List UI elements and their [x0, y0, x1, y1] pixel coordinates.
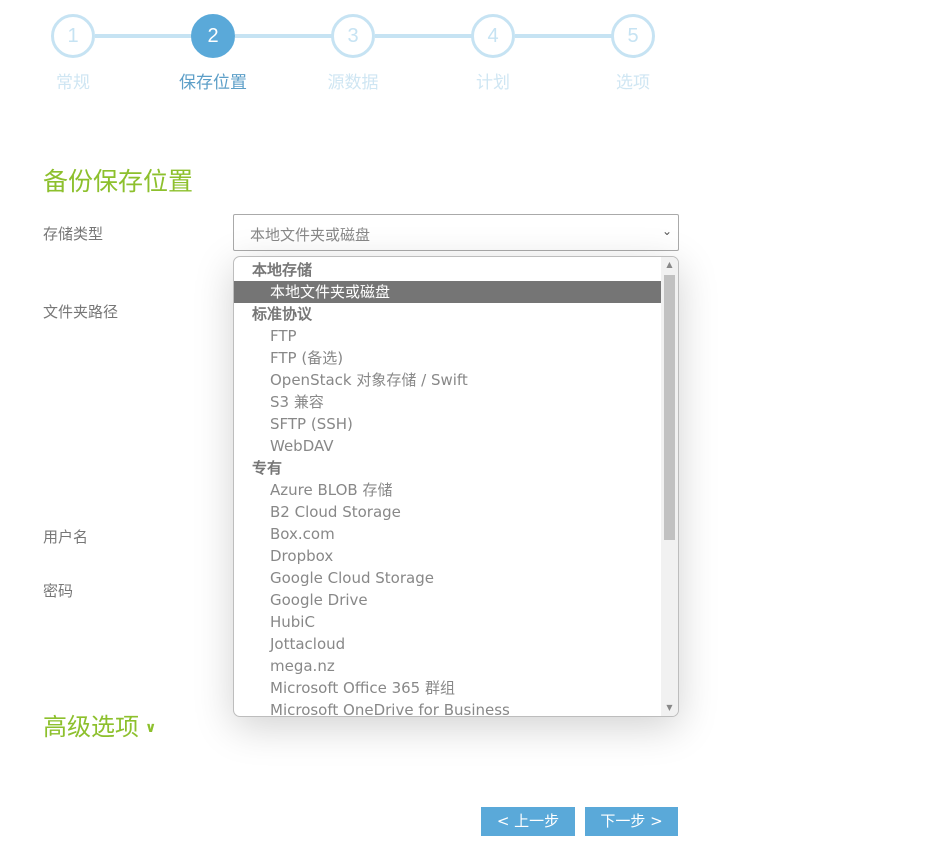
- option-b2[interactable]: B2 Cloud Storage: [234, 501, 662, 523]
- step-connector: [235, 34, 333, 38]
- option-webdav[interactable]: WebDAV: [234, 435, 662, 457]
- folder-path-label: 文件夹路径: [43, 303, 119, 321]
- step-number: 2: [191, 14, 235, 58]
- storage-type-label: 存储类型: [43, 225, 104, 243]
- option-azure[interactable]: Azure BLOB 存储: [234, 479, 662, 501]
- step-destination[interactable]: 2 保存位置: [179, 14, 247, 93]
- option-box[interactable]: Box.com: [234, 523, 662, 545]
- step-label: 保存位置: [179, 73, 247, 93]
- storage-type-value: 本地文件夹或磁盘: [250, 226, 371, 244]
- section-title: 备份保存位置: [43, 167, 194, 196]
- chevron-down-icon: ∨: [145, 720, 157, 736]
- advanced-options-toggle[interactable]: 高级选项 ∨: [43, 707, 156, 742]
- chevron-down-icon: ⌄: [661, 224, 672, 238]
- option-group-local: 本地存储: [252, 261, 313, 279]
- option-openstack[interactable]: OpenStack 对象存储 / Swift: [234, 369, 662, 391]
- option-jottacloud[interactable]: Jottacloud: [234, 633, 662, 655]
- option-ftp-alt[interactable]: FTP (备选): [234, 347, 662, 369]
- option-onedrive-business[interactable]: Microsoft OneDrive for Business: [234, 699, 662, 716]
- step-options[interactable]: 5 选项: [611, 14, 655, 93]
- step-connector: [95, 34, 193, 38]
- advanced-options-label: 高级选项: [43, 713, 139, 741]
- previous-button[interactable]: < 上一步: [481, 807, 575, 836]
- step-label: 常规: [56, 73, 90, 93]
- step-connector: [515, 34, 613, 38]
- option-sftp[interactable]: SFTP (SSH): [234, 413, 662, 435]
- option-s3[interactable]: S3 兼容: [234, 391, 662, 413]
- dropdown-options-list: 本地存储 本地文件夹或磁盘 标准协议 FTP FTP (备选) OpenStac…: [234, 259, 662, 716]
- option-local-folder[interactable]: 本地文件夹或磁盘: [234, 281, 662, 303]
- option-mega[interactable]: mega.nz: [234, 655, 662, 677]
- step-connector: [375, 34, 473, 38]
- option-group-proprietary: 专有: [252, 459, 283, 477]
- next-button[interactable]: 下一步 >: [585, 807, 678, 836]
- scroll-down-arrow-icon[interactable]: ▼: [661, 700, 678, 716]
- step-label: 选项: [616, 73, 650, 93]
- step-number: 1: [51, 14, 95, 58]
- scroll-up-arrow-icon[interactable]: ▲: [661, 257, 678, 273]
- password-label: 密码: [43, 582, 74, 600]
- step-number: 3: [331, 14, 375, 58]
- step-general[interactable]: 1 常规: [51, 14, 95, 93]
- step-label: 源数据: [327, 73, 379, 93]
- step-schedule[interactable]: 4 计划: [471, 14, 515, 93]
- wizard-stepper: 1 常规 2 保存位置 3 源数据 4 计划 5 选项: [0, 0, 700, 110]
- option-group-standard: 标准协议: [252, 305, 313, 323]
- step-label: 计划: [476, 73, 510, 93]
- storage-type-select[interactable]: 本地文件夹或磁盘 ⌄: [233, 214, 679, 251]
- option-ftp[interactable]: FTP: [234, 325, 662, 347]
- option-gcs[interactable]: Google Cloud Storage: [234, 567, 662, 589]
- option-dropbox[interactable]: Dropbox: [234, 545, 662, 567]
- option-hubic[interactable]: HubiC: [234, 611, 662, 633]
- scrollbar-thumb[interactable]: [664, 275, 675, 540]
- step-number: 4: [471, 14, 515, 58]
- step-number: 5: [611, 14, 655, 58]
- option-google-drive[interactable]: Google Drive: [234, 589, 662, 611]
- step-source-data[interactable]: 3 源数据: [328, 14, 379, 93]
- username-label: 用户名: [43, 528, 89, 546]
- dropdown-scrollbar[interactable]: ▲ ▼: [661, 257, 678, 716]
- option-office365-groups[interactable]: Microsoft Office 365 群组: [234, 677, 662, 699]
- storage-type-dropdown[interactable]: 本地存储 本地文件夹或磁盘 标准协议 FTP FTP (备选) OpenStac…: [233, 256, 679, 717]
